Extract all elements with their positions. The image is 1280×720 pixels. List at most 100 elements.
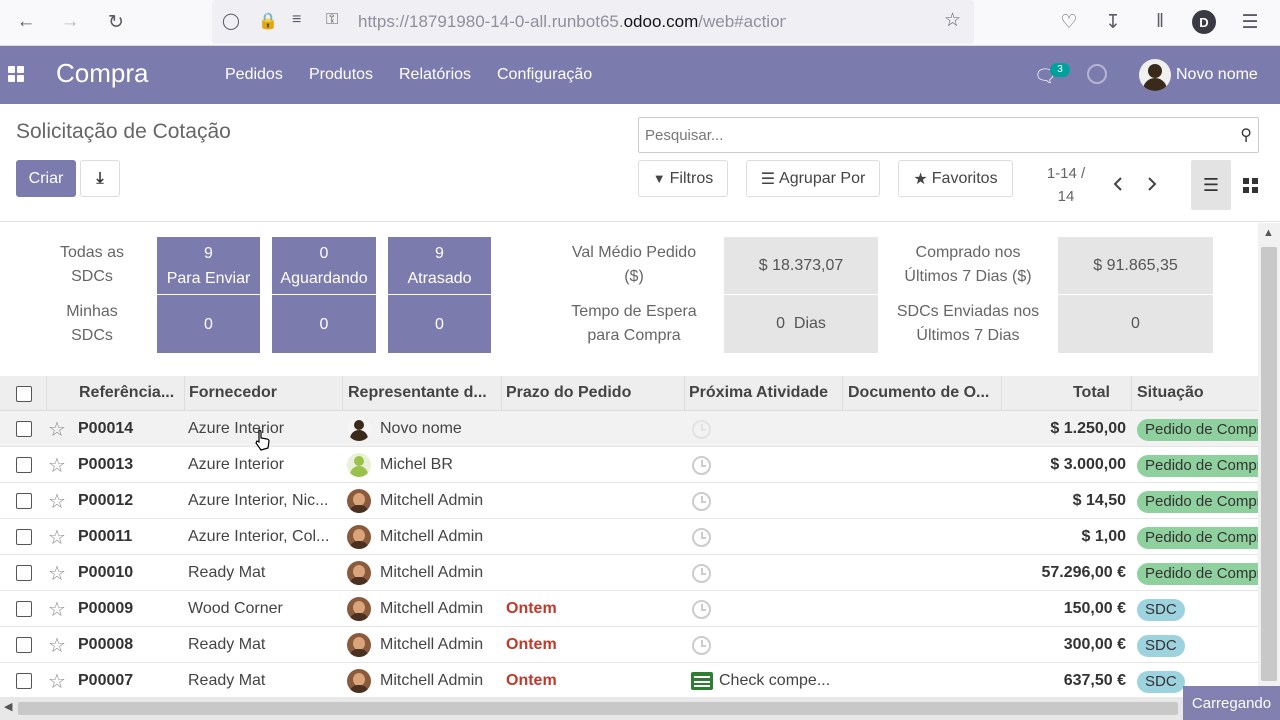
forward-icon[interactable]: → [56, 9, 84, 35]
header-vendor[interactable]: Fornecedor [189, 384, 339, 402]
kanban-view-button[interactable] [1230, 160, 1270, 210]
table-row[interactable]: ☆ P00012 Azure Interior, Nic... Mitchell Ad… [0, 483, 1272, 519]
table-row[interactable]: ☆ P00010 Ready Mat Mitchell Admin 57.296,00 … [0, 555, 1272, 591]
row-total: 637,50 € [1063, 672, 1126, 689]
groupby-button[interactable]: ☰ Agrupar Por [746, 160, 880, 197]
row-representative: Michel BR [380, 456, 453, 473]
row-checkbox[interactable] [16, 565, 32, 581]
user-name[interactable]: Novo nome [1176, 66, 1258, 84]
to-send-box[interactable]: 9 Para Enviar [157, 237, 260, 294]
shield-icon[interactable]: ◯ [222, 11, 240, 31]
reload-icon[interactable]: ↻ [102, 9, 130, 35]
key-icon[interactable]: ⚿ [326, 11, 338, 29]
search-input[interactable] [639, 118, 1219, 152]
priority-star-icon[interactable]: ☆ [48, 633, 66, 658]
activity-clock-icon[interactable] [692, 420, 711, 439]
header-total[interactable]: Total [1006, 384, 1110, 402]
avg-order-label: Val Médio Pedido ($) [560, 241, 708, 289]
my-to-send-box[interactable]: 0 [157, 295, 260, 353]
activity-clock-icon[interactable] [692, 636, 711, 655]
pager-range[interactable]: 1-14 / [1040, 162, 1092, 185]
pager-value[interactable]: 1-14 / 14 [1040, 162, 1092, 208]
my-waiting-box[interactable]: 0 [272, 295, 376, 353]
url-bar[interactable]: ◯ 🔒 ≡ ⚿ https://18791980-14-0-all.runbot… [212, 0, 974, 44]
header-order-deadline[interactable]: Prazo do Pedido [506, 384, 681, 402]
purchased-7d-label: Comprado nos Últimos 7 Dias ($) [888, 241, 1048, 289]
row-checkbox[interactable] [16, 529, 32, 545]
rfq-sent-7d-label-line1: SDCs Enviadas nos [896, 303, 1040, 320]
header-reference[interactable]: Referência... [79, 384, 181, 402]
header-status[interactable]: Situação [1137, 384, 1257, 402]
row-representative: Mitchell Admin [380, 672, 484, 689]
hscroll-thumb[interactable] [18, 702, 1178, 715]
row-checkbox[interactable] [16, 601, 32, 617]
priority-star-icon[interactable]: ☆ [48, 453, 66, 478]
header-next-activity[interactable]: Próxima Atividade [689, 384, 839, 402]
filters-button[interactable]: ▼ Filtros [638, 160, 728, 197]
library-icon[interactable]: ‖ [1146, 9, 1174, 35]
app-name[interactable]: Compra [56, 58, 148, 89]
priority-star-icon[interactable]: ☆ [48, 489, 66, 514]
late-box[interactable]: 9 Atrasado [388, 237, 491, 294]
table-row[interactable]: ☆ P00007 Ready Mat Mitchell Admin Ontem Check… [0, 663, 1258, 699]
table-row[interactable]: ☆ P00009 Wood Corner Mitchell Admin Ontem 150… [0, 591, 1258, 627]
row-checkbox[interactable] [16, 421, 32, 437]
permissions-icon[interactable]: ≡ [292, 11, 301, 29]
header-source-document[interactable]: Documento de O... [848, 384, 998, 402]
priority-star-icon[interactable]: ☆ [48, 417, 66, 442]
table-row[interactable]: ☆ P00013 Azure Interior Michel BR $ 3.000,00… [0, 447, 1272, 483]
row-checkbox[interactable] [16, 493, 32, 509]
priority-star-icon[interactable]: ☆ [48, 561, 66, 586]
activity-clock-icon[interactable] [692, 456, 711, 475]
back-icon[interactable]: ← [12, 9, 40, 35]
activity-clock-icon[interactable] [692, 564, 711, 583]
horizontal-scrollbar[interactable]: ◀ [0, 697, 1280, 720]
scroll-left-icon[interactable]: ◀ [4, 700, 12, 713]
activity-clock-icon[interactable] [692, 492, 711, 511]
menu-products[interactable]: Produtos [309, 66, 373, 84]
representative-avatar [347, 633, 371, 657]
row-checkbox[interactable] [16, 457, 32, 473]
lock-icon[interactable]: 🔒 [258, 11, 278, 31]
activity-clock-icon[interactable] [692, 600, 711, 619]
hamburger-menu-icon[interactable]: ☰ [1236, 9, 1264, 35]
row-checkbox[interactable] [16, 637, 32, 653]
activity-clock-icon[interactable] [1087, 64, 1107, 84]
table-row[interactable]: ☆ P00008 Ready Mat Mitchell Admin Ontem 300,0… [0, 627, 1258, 663]
pager-next-button[interactable] [1142, 174, 1162, 194]
bookmark-star-icon[interactable]: ☆ [944, 9, 961, 32]
download-button[interactable]: ⤓ [80, 160, 120, 197]
row-checkbox[interactable] [16, 673, 32, 689]
select-all-checkbox[interactable] [16, 386, 32, 402]
menu-reports[interactable]: Relatórios [399, 66, 471, 84]
downloads-icon[interactable]: ↧ [1099, 9, 1127, 35]
pager-previous-button[interactable] [1108, 174, 1128, 194]
next-activity[interactable]: Check compe... [719, 672, 837, 690]
table-row[interactable]: ☆ P00014 Azure Interior Novo nome $ 1.250,00… [0, 411, 1272, 447]
user-avatar[interactable] [1139, 59, 1171, 91]
scrollbar-thumb[interactable] [1261, 247, 1277, 681]
scroll-up-icon[interactable]: ▲ [1263, 227, 1274, 239]
favorites-button[interactable]: ★ Favoritos [898, 160, 1013, 197]
profile-avatar[interactable]: D [1192, 10, 1216, 34]
header-representative[interactable]: Representante d... [348, 384, 496, 402]
pocket-icon[interactable]: ♡ [1055, 9, 1083, 35]
menu-configuration[interactable]: Configuração [497, 66, 592, 84]
priority-star-icon[interactable]: ☆ [48, 597, 66, 622]
priority-star-icon[interactable]: ☆ [48, 525, 66, 550]
activity-type-icon[interactable] [691, 672, 713, 690]
apps-menu-icon[interactable] [8, 66, 24, 82]
priority-star-icon[interactable]: ☆ [48, 669, 66, 694]
activity-clock-icon[interactable] [692, 528, 711, 547]
url-text[interactable]: https://18791980-14-0-all.runbot65.odoo.… [358, 12, 786, 32]
table-row[interactable]: ☆ P00011 Azure Interior, Col... Mitchell Ad… [0, 519, 1272, 555]
waiting-box[interactable]: 0 Aguardando [272, 237, 376, 294]
mouse-cursor [254, 429, 270, 451]
search-icon[interactable]: ⚲ [1240, 125, 1252, 145]
row-representative: Mitchell Admin [380, 636, 484, 653]
menu-orders[interactable]: Pedidos [225, 66, 283, 84]
create-button[interactable]: Criar [16, 160, 76, 197]
list-view-button[interactable]: ☰ [1191, 160, 1231, 210]
my-late-box[interactable]: 0 [388, 295, 491, 353]
vertical-scrollbar[interactable]: ▲ [1258, 223, 1280, 697]
